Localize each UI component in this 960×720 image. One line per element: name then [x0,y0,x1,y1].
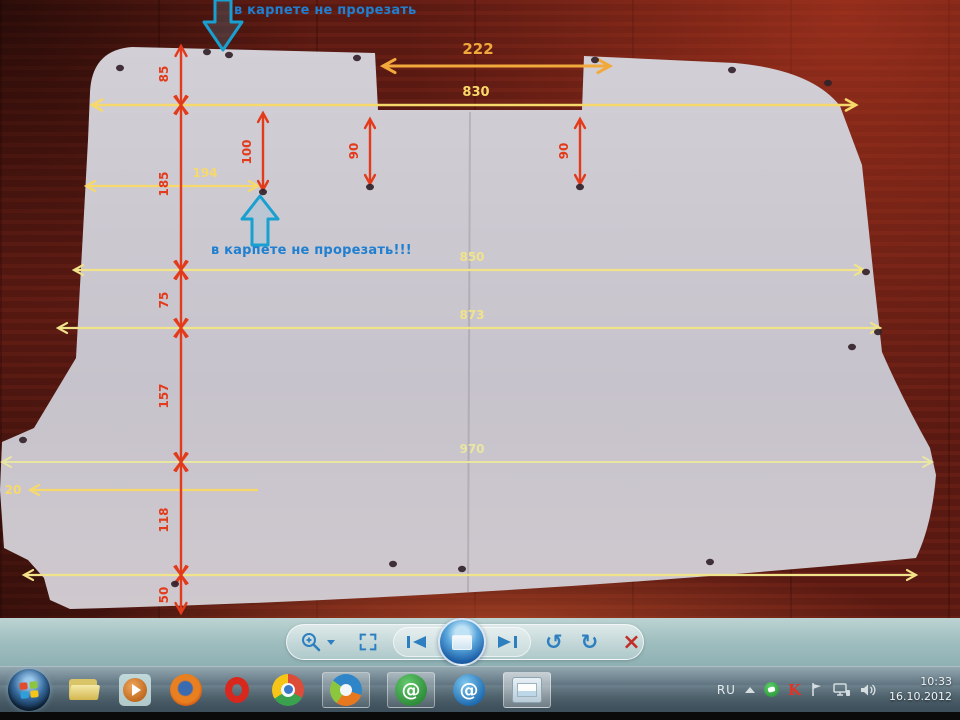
system-tray: RU K 10:33 16.10.2012 [717,675,952,705]
taskbar-pinned-apps: @ @ [8,668,551,711]
template-hole [874,328,882,336]
taskbar-mailru-agent-icon[interactable]: @ [387,671,435,708]
slideshow-icon [452,634,472,650]
template-hole [366,183,374,191]
template-hole [225,51,233,59]
media-player-icon [119,673,151,706]
svg-text:194: 194 [192,166,217,180]
template-hole [576,183,584,191]
photo-viewer-chrome: ↺ ↻ × [0,618,960,666]
template-hole [728,66,736,74]
note-do-not-cut-top: в карпете не прорезать [234,3,417,18]
svg-text:90: 90 [347,143,361,160]
monitor-photo: 222 830 194 850 873 970 20 85 185 75 157 118 50 100 90… [0,0,960,720]
svg-text:100: 100 [240,139,254,164]
photo-viewer-toolbar: ↺ ↻ × [286,618,644,666]
svg-text:85: 85 [157,66,171,83]
taskbar-amigo-browser-icon[interactable] [322,671,370,708]
tray-date: 16.10.2012 [889,689,952,703]
taskbar-photo-viewer-icon[interactable] [503,671,551,708]
previous-icon [407,636,426,648]
taskbar-explorer-icon[interactable] [67,673,101,707]
rotate-clockwise-button[interactable]: ↻ [581,628,599,656]
swirl-browser-icon [330,673,362,706]
svg-text:90: 90 [557,143,571,160]
actual-size-icon [359,633,377,651]
taskbar-chrome-icon[interactable] [271,673,305,707]
template-hole [353,54,361,62]
play-slideshow-button[interactable] [438,618,486,666]
next-icon [498,636,517,648]
template-hole [389,560,397,568]
template-hole [171,580,179,588]
template-annotations-canvas: 222 830 194 850 873 970 20 85 185 75 157 118 50 100 90… [0,0,936,616]
template-hole [259,188,267,196]
windows-taskbar: @ @ RU K 10:33 16.10.2012 [0,666,960,712]
template-hole [19,436,27,444]
zoom-dropdown-caret-icon [327,639,335,645]
svg-text:185: 185 [157,171,171,196]
svg-text:222: 222 [462,40,493,58]
svg-text:873: 873 [459,308,484,322]
template-hole [862,268,870,276]
clock[interactable]: 10:33 16.10.2012 [886,675,952,705]
template-hole [458,565,466,573]
svg-text:75: 75 [157,292,171,309]
windows-logo-icon [19,680,39,699]
mailru-agent-icon: @ [395,673,427,706]
action-center-flag-icon[interactable] [810,682,824,697]
chrome-icon [272,673,304,706]
magnifier-icon [302,633,321,652]
volume-icon[interactable] [860,683,877,697]
zoom-button[interactable] [299,628,335,656]
svg-text:50: 50 [157,587,171,604]
tray-time: 10:33 [920,674,952,688]
template-hole [706,558,714,566]
taskbar-mailru-icon[interactable]: @ [452,673,486,707]
language-indicator[interactable]: RU [717,683,736,697]
photo-dark-edge [0,712,960,720]
delete-button[interactable]: × [622,628,640,656]
firefox-icon [170,673,202,706]
network-icon[interactable] [833,682,851,697]
svg-text:830: 830 [462,85,489,100]
show-hidden-icons-icon[interactable] [744,686,755,693]
mailru-icon: @ [453,673,485,706]
dimension-222: 222 [379,40,614,75]
opera-icon [225,676,249,703]
kaspersky-icon[interactable]: K [788,681,801,699]
svg-text:850: 850 [459,250,484,264]
previous-button[interactable] [404,628,430,656]
template-hole [591,56,599,64]
rotate-counterclockwise-button[interactable]: ↺ [545,628,563,656]
tray-agent-status-icon[interactable] [763,682,779,697]
template-hole [848,343,856,351]
svg-text:970: 970 [459,442,484,456]
template-hole [203,48,211,56]
folder-icon [68,678,101,701]
svg-text:118: 118 [157,507,171,532]
taskbar-firefox-icon[interactable] [169,673,203,707]
navigation-group [393,618,531,666]
svg-text:20: 20 [5,483,22,497]
template-hole [116,64,124,72]
photo-viewer-icon [512,676,542,703]
photo-of-carpet-template: 222 830 194 850 873 970 20 85 185 75 157 118 50 100 90… [0,0,960,620]
note-do-not-cut-mid: в карпете не прорезать!!! [211,243,412,258]
svg-text:157: 157 [157,383,171,408]
template-hole [824,79,832,87]
actual-size-button[interactable] [357,628,379,656]
next-button[interactable] [494,628,520,656]
taskbar-opera-icon[interactable] [220,673,254,707]
taskbar-media-player-icon[interactable] [118,673,152,707]
start-button[interactable] [8,668,50,711]
